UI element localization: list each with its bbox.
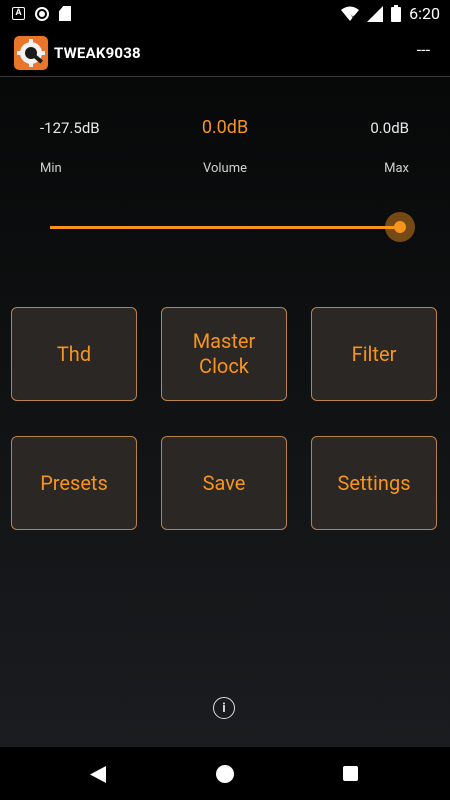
volume-values-row: -127.5dB 0.0dB 0.0dB	[0, 117, 450, 139]
status-right: x 6:20	[341, 4, 440, 23]
signal-icon	[367, 5, 384, 22]
navigation-bar	[0, 748, 450, 800]
wifi-icon: x	[341, 6, 360, 22]
svg-text:x: x	[351, 13, 355, 22]
presets-button[interactable]: Presets	[11, 436, 137, 530]
save-button[interactable]: Save	[161, 436, 287, 530]
app-title: TWEAK9038	[54, 44, 141, 62]
overflow-menu-button[interactable]: ---	[417, 40, 430, 59]
info-icon[interactable]: i	[213, 697, 235, 719]
record-icon	[35, 6, 49, 21]
filter-button[interactable]: Filter	[311, 307, 437, 401]
battery-icon	[391, 5, 402, 22]
volume-label: Volume	[202, 161, 248, 176]
notification-a-icon: A	[12, 7, 25, 20]
recents-icon[interactable]	[343, 766, 358, 781]
master-clock-button[interactable]: Master Clock	[161, 307, 287, 401]
settings-button[interactable]: Settings	[311, 436, 437, 530]
back-icon[interactable]	[90, 766, 106, 783]
volume-slider-track[interactable]	[50, 226, 400, 229]
thd-button[interactable]: Thd	[11, 307, 137, 401]
status-left-icons: A	[12, 6, 71, 21]
volume-slider-thumb[interactable]	[394, 221, 406, 233]
home-icon[interactable]	[216, 765, 234, 783]
app-gear-wrench-icon	[14, 36, 48, 70]
sd-card-icon	[59, 6, 71, 21]
status-time: 6:20	[409, 4, 440, 23]
main-content: -127.5dB 0.0dB 0.0dB Min Volume Max Thd …	[0, 77, 450, 747]
volume-labels-row: Min Volume Max	[0, 161, 450, 177]
app-bar: TWEAK9038 ---	[0, 30, 450, 77]
status-bar: A x 6:20	[0, 0, 450, 30]
volume-max-value: 0.0dB	[370, 119, 409, 137]
max-label: Max	[384, 161, 409, 176]
